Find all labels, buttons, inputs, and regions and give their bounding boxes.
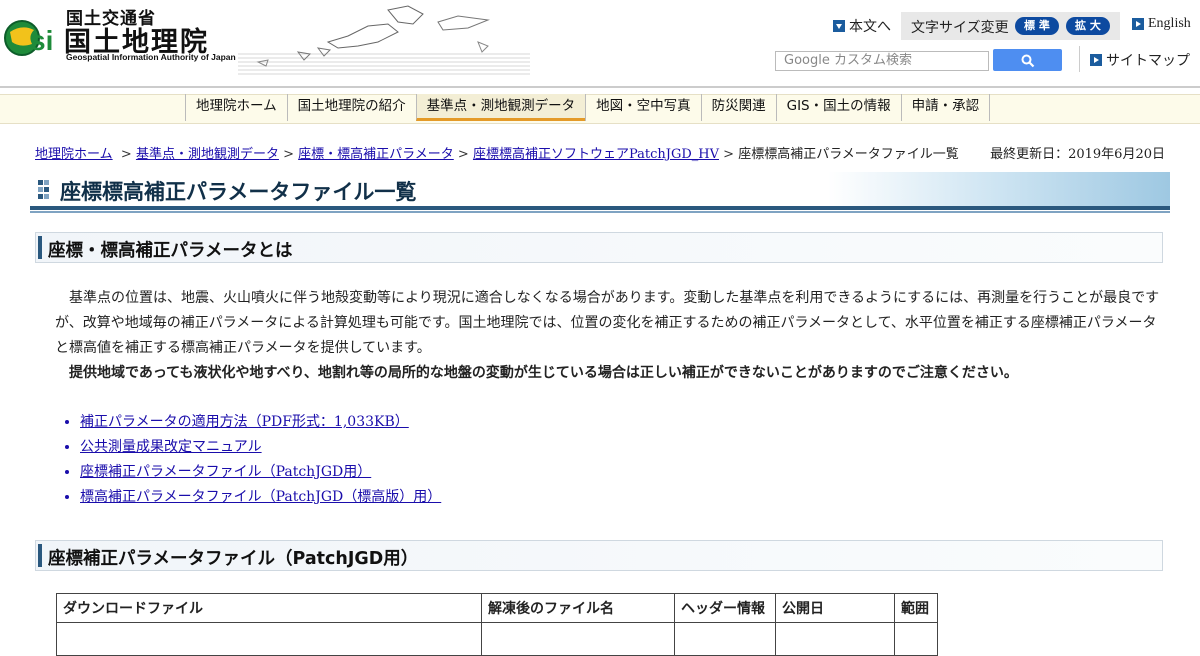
table-cell [674,622,776,656]
title-underline [30,211,1170,213]
resource-link-list: 補正パラメータの適用方法（PDF形式：1,033KB） 公共測量成果改定マニュア… [60,410,441,510]
sitemap-link[interactable]: サイトマップ [1090,50,1190,70]
site-header: si 国土交通省 国土地理院 Geospatial Information Au… [0,0,1200,90]
link-survey-manual[interactable]: 公共測量成果改定マニュアル [80,439,262,455]
font-size-standard-button[interactable]: 標 準 [1015,17,1059,35]
header-divider [1079,46,1080,72]
font-size-label: 文字サイズ変更 [911,20,1009,36]
page-title-bar: 座標標高補正パラメータファイル一覧 [30,172,1170,213]
search-input[interactable]: Google カスタム検索 [775,51,989,71]
breadcrumb-link-home[interactable]: 地理院ホーム [35,147,113,162]
parameter-file-table: ダウンロードファイル 解凍後のファイル名 ヘッダー情報 公開日 範囲 [56,593,938,656]
nav-item-disaster[interactable]: 防災関連 [700,94,776,121]
sitemap-label: サイトマップ [1106,53,1190,69]
svg-text:si: si [30,25,53,56]
table-cell [481,622,675,656]
nav-item-gis[interactable]: GIS・国土の情報 [775,94,901,121]
global-nav: 地理院ホーム 国土地理院の紹介 基準点・測地観測データ 地図・空中写真 防災関連… [185,94,991,122]
list-item: 標高補正パラメータファイル（PatchJGD（標高版）用） [80,485,441,510]
search-icon [1021,54,1035,68]
english-link[interactable]: English [1132,16,1191,32]
breadcrumb-separator: > [283,147,294,162]
list-item: 座標補正パラメータファイル（PatchJGD用） [80,460,441,485]
site-logo[interactable]: si 国土交通省 国土地理院 Geospatial Information Au… [0,0,530,80]
column-header-range: 範囲 [894,593,938,623]
list-item: 公共測量成果改定マニュアル [80,435,441,460]
english-link-label: English [1148,16,1191,31]
japan-map-graphic [238,5,530,75]
link-height-params[interactable]: 標高補正パラメータファイル（PatchJGD（標高版）用） [80,489,441,505]
last-updated: 最終更新日：2019年6月20日 [990,147,1165,162]
breadcrumb-separator: > [457,147,469,162]
breadcrumb-link-software[interactable]: 座標標高補正ソフトウェアPatchJGD_HV [473,147,719,162]
section-body: 基準点の位置は、地震、火山噴火に伴う地殻変動等により現況に適合しなくなる場合があ… [55,286,1165,386]
breadcrumb-current: 座標標高補正パラメータファイル一覧 [738,147,959,162]
skip-to-content-label: 本文へ [849,19,891,35]
search-button[interactable] [993,49,1062,71]
nav-item-maps-photos[interactable]: 地図・空中写真 [585,94,701,121]
title-bullet-icon [38,180,49,199]
table-row [56,622,938,656]
arrow-down-icon [833,20,845,32]
font-size-large-button[interactable]: 拡 大 [1066,17,1110,35]
table-header-row: ダウンロードファイル 解凍後のファイル名 ヘッダー情報 公開日 範囲 [56,593,938,623]
nav-item-applications[interactable]: 申請・承認 [900,94,991,121]
table-cell [775,622,895,656]
breadcrumb-link-parameters[interactable]: 座標・標高補正パラメータ [298,147,454,162]
page-title: 座標標高補正パラメータファイル一覧 [60,180,417,204]
section-heading-coordinate-files: 座標補正パラメータファイル（PatchJGD用） [35,540,1163,571]
column-header-publish-date: 公開日 [775,593,895,623]
org-english-name: Geospatial Information Authority of Japa… [66,52,236,62]
intro-paragraph: 基準点の位置は、地震、火山噴火に伴う地殻変動等により現況に適合しなくなる場合があ… [55,290,1160,356]
gsi-logo-mark-icon: si [4,20,53,56]
section-heading-text: 座標・標高補正パラメータとは [48,241,293,261]
link-coordinate-params[interactable]: 座標補正パラメータファイル（PatchJGD用） [80,464,371,480]
nav-item-about[interactable]: 国土地理院の紹介 [286,94,416,121]
arrow-right-icon [1132,18,1144,30]
nav-item-home[interactable]: 地理院ホーム [185,94,287,121]
table-cell [56,622,482,656]
warning-paragraph: 提供地域であっても液状化や地すべり、地割れ等の局所的な地盤の変動が生じている場合… [69,365,1018,381]
arrow-right-icon [1090,54,1102,66]
breadcrumb-link-geodetic[interactable]: 基準点・測地観測データ [136,147,279,162]
breadcrumb: 地理院ホーム > 基準点・測地観測データ > 座標・標高補正パラメータ > 座標… [35,143,959,162]
column-header-download: ダウンロードファイル [56,593,482,623]
skip-to-content-link[interactable]: 本文へ [833,16,891,36]
column-header-filename: 解凍後のファイル名 [481,593,675,623]
nav-item-geodetic-data[interactable]: 基準点・測地観測データ [415,94,586,121]
font-size-switcher: 文字サイズ変更 標 準 拡 大 [901,12,1120,40]
section-heading-text: 座標補正パラメータファイル（PatchJGD用） [48,549,419,569]
section-heading-about: 座標・標高補正パラメータとは [35,232,1163,263]
breadcrumb-separator: > [116,147,132,162]
list-item: 補正パラメータの適用方法（PDF形式：1,033KB） [80,410,441,435]
header-divider-line [0,86,1200,88]
breadcrumb-separator: > [723,147,735,162]
column-header-header-info: ヘッダー情報 [674,593,776,623]
table-cell [894,622,938,656]
link-application-method-pdf[interactable]: 補正パラメータの適用方法（PDF形式：1,033KB） [80,414,409,430]
